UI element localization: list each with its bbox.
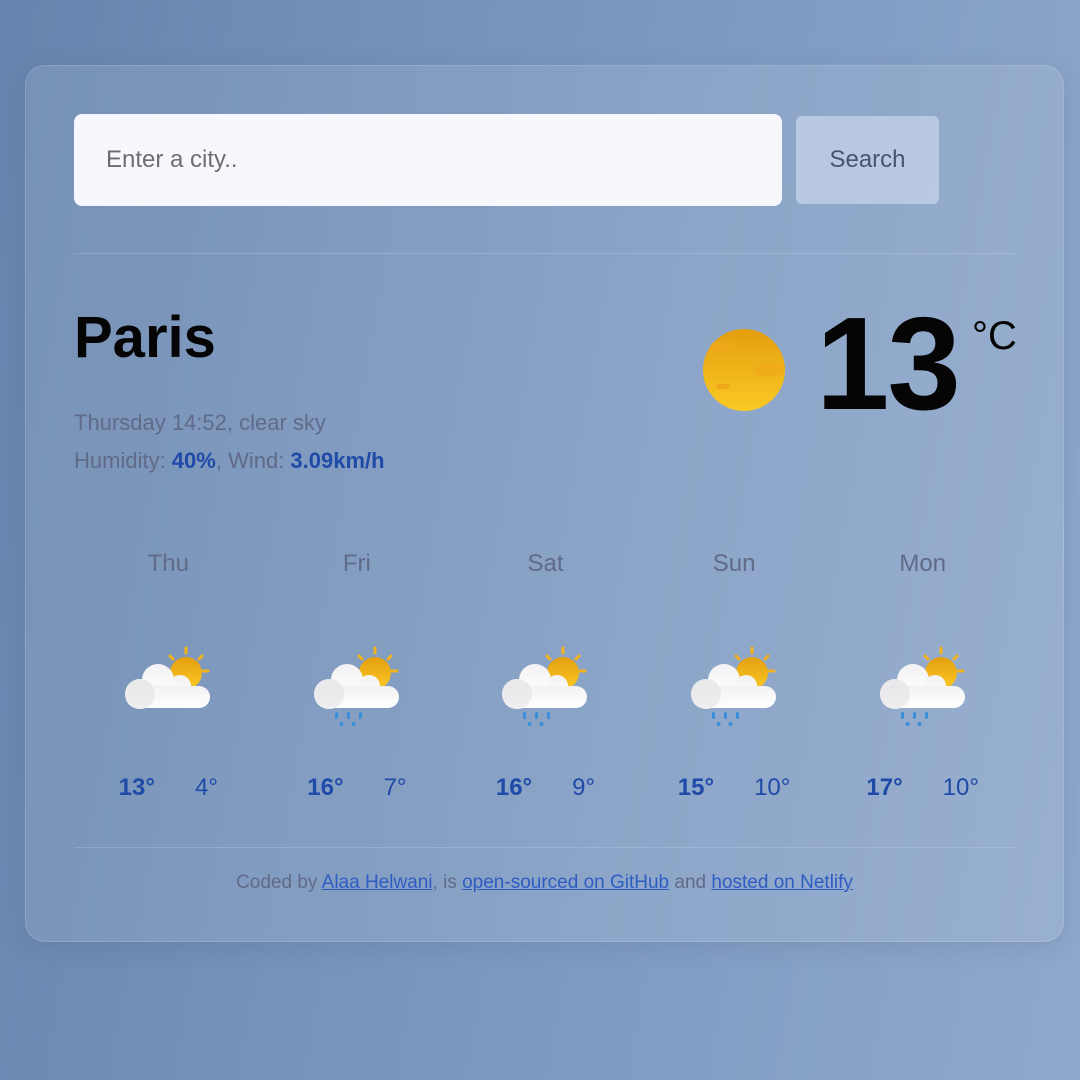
forecast-high: 16° [307,774,344,801]
forecast-day-name: Mon [899,550,947,577]
forecast-low: 4° [194,774,218,801]
forecast-high: 16° [495,774,533,801]
humidity-value: 40% [171,448,216,473]
forecast-low: 9° [572,774,596,801]
forecast-low: 10° [942,774,979,801]
humidity-wind: Humidity: 40%, Wind: 3.09km/h [74,448,385,473]
forecast-list: Thu 13° 4° Fri 16° 7° Sat 16° 9° Sun 15° 10°… [74,550,1017,802]
forecast-day-name: Fri [342,550,371,577]
current-temperature: 13 [816,290,961,437]
search-button[interactable]: Search [796,116,939,204]
forecast-high: 15° [677,774,715,801]
search-bar: Search [74,114,939,206]
forecast-low: 10° [754,774,791,801]
temperature-unit: °C [972,314,1017,358]
forecast-day: Fri 16° 7° [263,550,452,802]
date-description: Thursday 14:52, clear sky [74,410,326,435]
clear-sky-sun-icon [703,329,785,411]
forecast-day: Sat 16° 9° [451,550,640,802]
partly-cloudy-rain-icon [495,638,595,728]
current-meta: Thursday 14:52, clear sky Humidity: 40%,… [74,404,385,480]
forecast-low: 7° [383,774,407,801]
forecast-day-name: Sun [712,550,756,577]
partly-cloudy-rain-icon [307,638,407,728]
partly-cloudy-icon [118,638,218,728]
partly-cloudy-rain-icon [684,638,784,728]
netlify-link[interactable]: hosted on Netlify [711,872,853,893]
forecast-day: Thu 13° 4° [74,550,263,802]
footer: Coded by Alaa Helwani, is open-sourced o… [236,872,853,893]
divider-bottom [74,847,1015,848]
forecast-day-name: Thu [147,550,189,577]
weather-card: Search Paris Thursday 14:52, clear sky H… [25,65,1064,942]
forecast-day-name: Sat [527,550,564,577]
author-link[interactable]: Alaa Helwani [322,872,433,893]
forecast-high: 17° [866,774,903,801]
forecast-day: Sun 15° 10° [640,550,829,802]
wind-value: 3.09km/h [290,448,385,473]
city-name: Paris [74,305,216,370]
forecast-day: Mon 17° 10° [828,550,1017,802]
divider-top [74,253,1015,254]
partly-cloudy-rain-icon [873,638,973,728]
github-link[interactable]: open-sourced on GitHub [462,872,669,893]
city-search-input[interactable] [74,114,782,206]
forecast-high: 13° [118,774,155,801]
